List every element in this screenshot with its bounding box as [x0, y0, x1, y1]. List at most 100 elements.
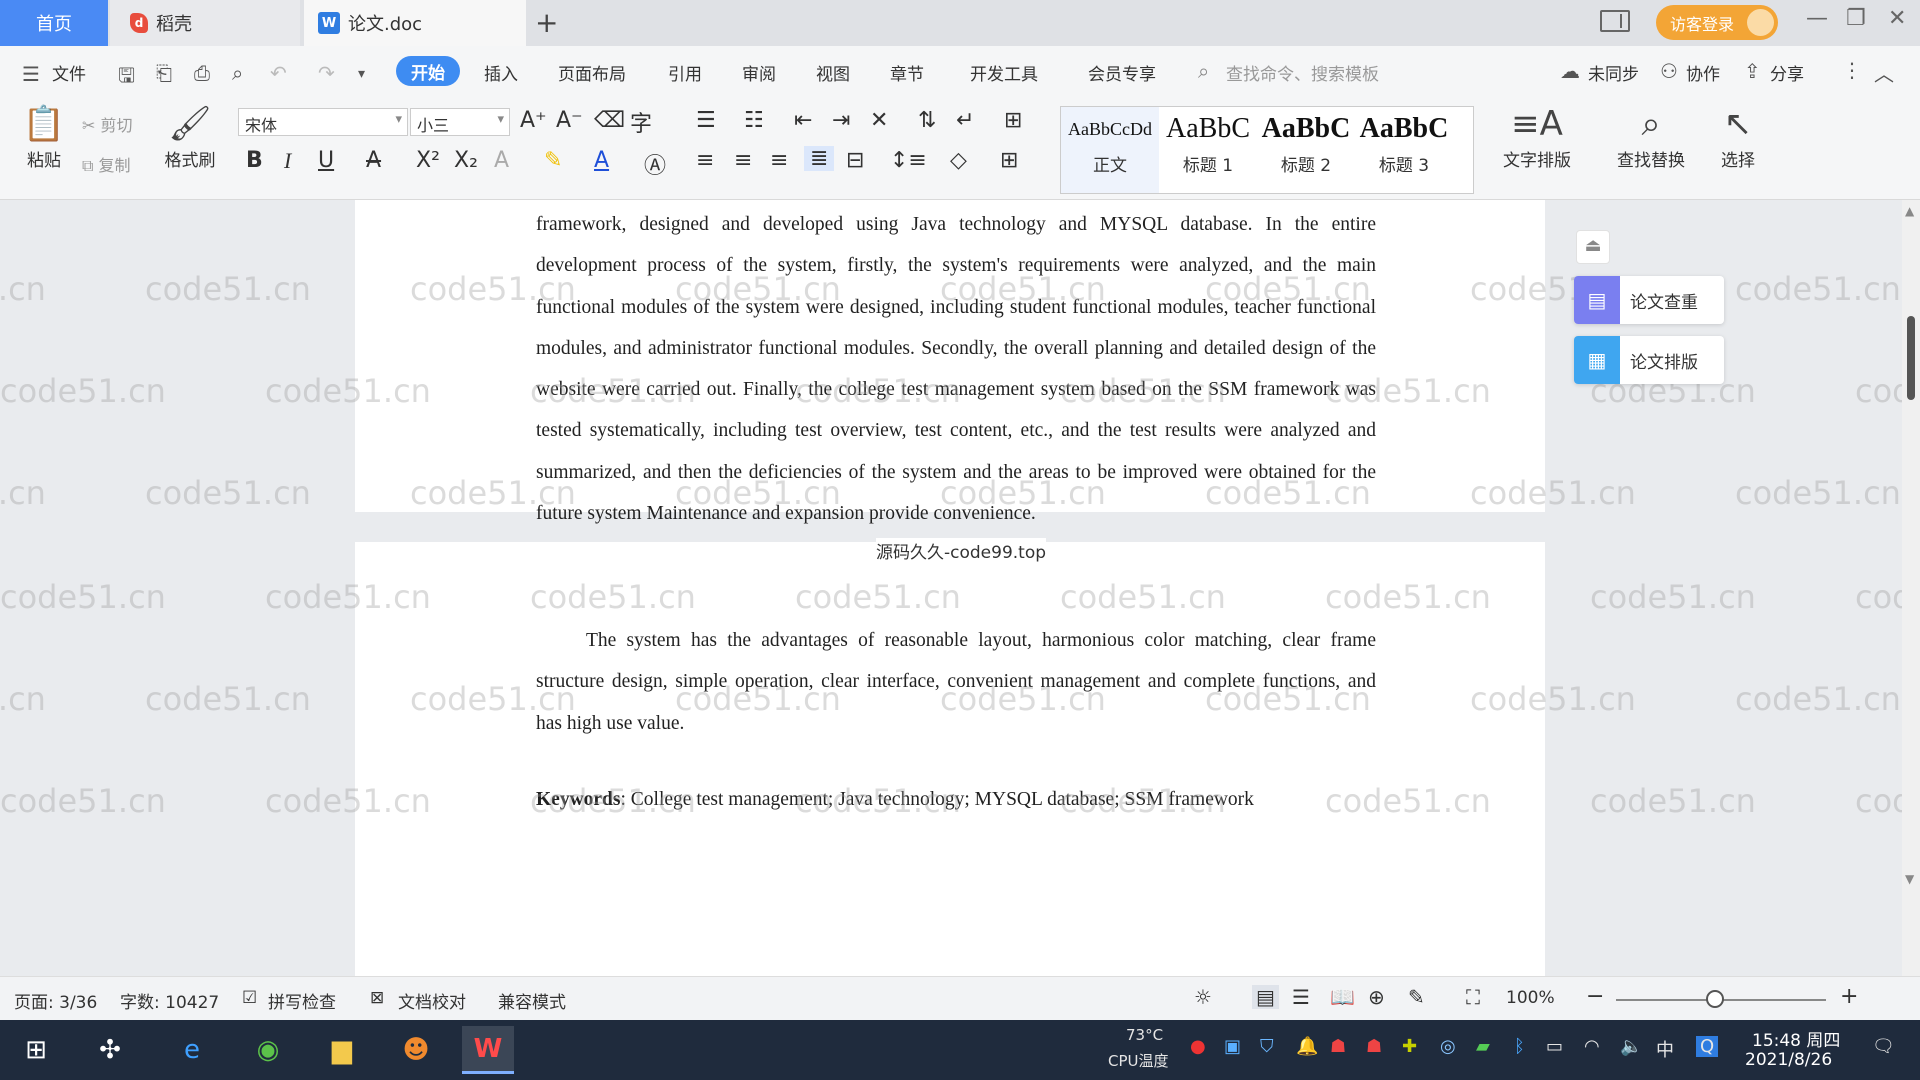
clock-date[interactable]: 2021/8/26	[1745, 1050, 1832, 1070]
borders-icon[interactable]: ⊞	[1000, 148, 1018, 173]
undo-icon[interactable]: ↶	[270, 61, 287, 85]
wifi-icon[interactable]: ◠	[1584, 1036, 1600, 1057]
input-method-icon[interactable]: Q	[1696, 1036, 1719, 1057]
minimize-icon[interactable]: —	[1806, 6, 1828, 31]
volume-icon[interactable]: 🔈	[1620, 1036, 1642, 1057]
eye-protect-icon[interactable]: ☼	[1194, 985, 1212, 1009]
collaborate-button[interactable]: 协作	[1686, 60, 1720, 85]
increase-indent-icon[interactable]: ⇥	[832, 108, 850, 133]
menu-developer[interactable]: 开发工具	[970, 60, 1038, 85]
game-app-icon[interactable]: ☻	[390, 1026, 442, 1074]
collapse-panel-button[interactable]: ⏏	[1576, 230, 1610, 264]
bluetooth-icon[interactable]: ᛒ	[1514, 1036, 1525, 1057]
grow-font-icon[interactable]: A⁺	[520, 108, 547, 133]
share-button[interactable]: 分享	[1770, 60, 1804, 85]
word-count[interactable]: 字数: 10427	[120, 988, 219, 1013]
web-view-icon[interactable]: ⊕	[1368, 985, 1385, 1009]
tray-qq-icon[interactable]: ☗	[1330, 1036, 1346, 1057]
page-indicator[interactable]: 页面: 3/36	[14, 988, 97, 1013]
bold-icon[interactable]: B	[246, 148, 263, 173]
tray-plus-icon[interactable]: ✚	[1402, 1036, 1417, 1057]
notification-icon[interactable]: 🗨	[1872, 1036, 1895, 1057]
shading-icon[interactable]: ◇	[950, 148, 967, 173]
strikethrough-icon[interactable]: A	[366, 148, 381, 173]
print-icon[interactable]: ⎙	[194, 61, 210, 85]
hamburger-icon[interactable]: ☰	[22, 62, 40, 86]
reading-view-icon[interactable]: 📖	[1330, 985, 1355, 1009]
justify-icon[interactable]: ≣	[804, 146, 835, 171]
fit-page-icon[interactable]: ⛶	[1466, 985, 1480, 1009]
char-border-icon[interactable]: Ⓐ	[644, 148, 666, 180]
browser-360-icon[interactable]: ◉	[242, 1026, 294, 1074]
scrollbar-thumb[interactable]	[1907, 316, 1915, 400]
collapse-ribbon-icon[interactable]: ︿	[1874, 58, 1894, 87]
tray-app-2-icon[interactable]: ◎	[1440, 1036, 1456, 1057]
write-view-icon[interactable]: ✎	[1408, 985, 1425, 1009]
ime-indicator[interactable]: 中	[1656, 1036, 1674, 1062]
sort-icon[interactable]: ⇅	[918, 108, 936, 133]
clock-time[interactable]: 15:48 周四	[1752, 1026, 1840, 1051]
visitor-login-button[interactable]: 访客登录	[1656, 5, 1778, 40]
format-painter-button[interactable]: 🖌 格式刷	[160, 104, 220, 171]
zoom-in-icon[interactable]: +	[1840, 984, 1858, 1009]
vertical-scrollbar[interactable]: ▲ ▼	[1902, 200, 1920, 976]
find-replace-button[interactable]: ⌕ 查找替换	[1606, 104, 1696, 171]
battery-icon[interactable]: ▭	[1546, 1036, 1563, 1057]
tab-document[interactable]: W 论文.doc	[304, 0, 526, 46]
keywords-paragraph[interactable]: Keywords: College test management; Java …	[536, 786, 1376, 813]
spell-check-button[interactable]: 拼写检查	[268, 988, 336, 1013]
style-heading-1[interactable]: AaBbC 标题 1	[1159, 107, 1257, 193]
menu-review[interactable]: 审阅	[742, 60, 776, 85]
text-layout-button[interactable]: ≡A 文字排版	[1492, 104, 1582, 171]
text-effect-icon[interactable]: A	[494, 148, 509, 173]
tray-nvidia-icon[interactable]: ▰	[1476, 1036, 1490, 1057]
proofread-button[interactable]: 文档校对	[398, 988, 466, 1013]
tray-qq-2-icon[interactable]: ☗	[1366, 1036, 1382, 1057]
layout-toggle-icon[interactable]	[1600, 10, 1630, 32]
menu-start[interactable]: 开始	[396, 56, 460, 86]
menu-insert[interactable]: 插入	[484, 60, 518, 85]
superscript-icon[interactable]: X²	[416, 148, 440, 173]
style-heading-2[interactable]: AaBbC 标题 2	[1257, 107, 1355, 193]
bullet-list-icon[interactable]: ☰	[696, 108, 716, 133]
advantages-paragraph[interactable]: The system has the advantages of reasona…	[536, 620, 1376, 744]
paste-button[interactable]: 📋 粘贴	[16, 104, 72, 171]
redo-icon[interactable]: ↷	[318, 61, 335, 85]
new-tab-button[interactable]: +	[535, 6, 558, 39]
menu-page-layout[interactable]: 页面布局	[558, 60, 626, 85]
align-center-icon[interactable]: ≡	[734, 148, 752, 173]
underline-icon[interactable]: U	[318, 148, 334, 173]
wps-office-icon[interactable]: W	[462, 1026, 514, 1074]
distributed-align-icon[interactable]: ⊟	[846, 148, 864, 173]
style-heading-3[interactable]: AaBbC 标题 3	[1355, 107, 1453, 193]
numbered-list-icon[interactable]: ☷	[744, 108, 764, 133]
more-icon[interactable]: ⋮	[1842, 58, 1862, 82]
chinese-layout-icon[interactable]: ✕	[870, 108, 888, 133]
phonetic-guide-icon[interactable]: 字	[630, 106, 652, 138]
tab-docer[interactable]: d 稻壳	[110, 0, 300, 46]
restore-icon[interactable]: ❐	[1846, 6, 1866, 31]
close-icon[interactable]: ✕	[1888, 6, 1906, 31]
style-normal[interactable]: AaBbCcDd 正文	[1061, 107, 1159, 193]
tray-bell-icon[interactable]: 🔔	[1296, 1036, 1318, 1057]
shrink-font-icon[interactable]: A⁻	[556, 108, 583, 133]
font-name-select[interactable]: 宋体	[238, 108, 408, 136]
clear-format-icon[interactable]: ⌫	[594, 108, 625, 133]
internet-explorer-icon[interactable]: e	[166, 1026, 218, 1074]
windows-start-icon[interactable]: ⊞	[10, 1026, 62, 1074]
paper-check-button[interactable]: ▤ 论文查重	[1574, 276, 1724, 324]
abstract-paragraph[interactable]: framework, designed and developed using …	[536, 204, 1376, 534]
tray-app-icon[interactable]: ●	[1190, 1036, 1206, 1057]
command-search-input[interactable]: 查找命令、搜索模板	[1226, 60, 1379, 85]
save-icon[interactable]: 🖫	[118, 61, 135, 95]
decrease-indent-icon[interactable]: ⇤	[794, 108, 812, 133]
file-explorer-icon[interactable]: ▆	[316, 1026, 368, 1074]
menu-references[interactable]: 引用	[668, 60, 702, 85]
highlight-icon[interactable]: ✎	[544, 148, 562, 173]
menu-view[interactable]: 视图	[816, 60, 850, 85]
tab-home[interactable]: 首页	[0, 0, 108, 46]
menu-chapter[interactable]: 章节	[890, 60, 924, 85]
zoom-out-icon[interactable]: −	[1586, 984, 1604, 1009]
customize-chevron-icon[interactable]: ▾	[358, 66, 365, 82]
document-canvas[interactable]: framework, designed and developed using …	[0, 200, 1902, 976]
